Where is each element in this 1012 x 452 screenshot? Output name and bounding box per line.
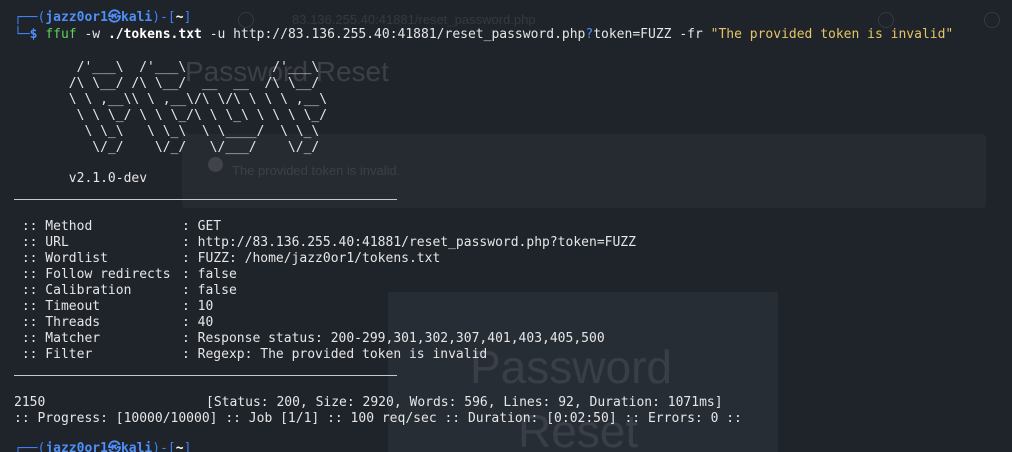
ghost-alert-text: The provided token is invalid.: [232, 163, 401, 178]
config-row: :: URL : http://83.136.255.40:41881/reset…: [14, 235, 636, 251]
config-key: :: Matcher: [14, 331, 101, 346]
cmd-flag-w: -w: [84, 27, 101, 42]
banner-version: v2.1.0-dev: [14, 171, 148, 186]
cmd-flag-fr: -fr: [679, 27, 703, 42]
config-key: :: Method: [14, 219, 93, 234]
banner-line: \ \ \_/ \ \ \_/\ \ \_\ \ \ \ \_/: [14, 108, 328, 123]
terminal-window[interactable]: 83.136.255.40:41881/reset_password.php P…: [0, 0, 1012, 452]
banner-line: \ \ ,__\\ \ ,__\/\ \/\ \ \ \ ,__\: [14, 92, 328, 107]
cmd-url-base: http://83.136.255.40:41881/reset_passwor…: [233, 27, 586, 42]
ghost-card-title-1: Password: [470, 341, 672, 393]
result-row: 2150 [Status: 200, Size: 2920, Words: 596…: [14, 395, 723, 411]
result-word: 2150: [14, 395, 46, 410]
config-value: : 40: [182, 315, 214, 330]
config-row: :: Threads : 40: [14, 315, 214, 331]
prompt-symbol: $: [29, 27, 38, 42]
config-key: :: Follow redirects: [14, 267, 171, 282]
config-key: :: Threads: [14, 315, 101, 330]
command-line[interactable]: └─$ ffuf -w ./tokens.txt -u http://83.13…: [14, 27, 953, 43]
prompt-at-icon: ㉿: [107, 10, 121, 25]
banner-line: \ \_\ \ \_\ \ \____/ \ \_\: [14, 124, 320, 139]
banner-line: \/_/ \/_/ \/___/ \/_/: [14, 140, 320, 155]
separator: [14, 375, 397, 376]
config-row: :: Timeout : 10: [14, 299, 214, 315]
config-key: :: Filter: [14, 347, 93, 362]
cmd-url-param: token=FUZZ: [593, 27, 672, 42]
config-value: : false: [182, 267, 237, 282]
cmd-flag-u: -u: [209, 27, 226, 42]
config-row: :: Calibration : false: [14, 283, 237, 299]
ghost-menu-icon: [984, 12, 1000, 28]
config-value: : Regexp: The provided token is invalid: [182, 347, 488, 362]
config-row: :: Follow redirects : false: [14, 267, 237, 283]
config-key: :: Timeout: [14, 299, 101, 314]
config-value: : http://83.136.255.40:41881/reset_passw…: [182, 235, 636, 250]
separator: [14, 199, 397, 200]
prompt-header: ┌──(jazz0or1㉿kali)-[~]: [14, 10, 192, 25]
config-row: :: Method : GET: [14, 219, 221, 235]
config-row: :: Wordlist : FUZZ: /home/jazz0or1/tokens…: [14, 251, 440, 267]
result-details: [Status: 200, Size: 2920, Words: 596, Li…: [206, 395, 723, 410]
banner-line: /'___\ /'___\ /'___\: [14, 60, 320, 75]
prompt-user: jazz0or1: [45, 10, 108, 25]
ghost-info-icon: [208, 157, 223, 172]
ghost-star-icon: [878, 12, 894, 28]
config-value: : GET: [182, 219, 222, 234]
prompt-host: kali: [120, 10, 153, 25]
prompt-at-icon: ㉿: [107, 441, 121, 452]
config-key: :: Wordlist: [14, 251, 108, 266]
config-value: : false: [182, 283, 237, 298]
cmd-program: ffuf: [45, 27, 77, 42]
prompt-cwd: ~: [175, 10, 184, 25]
banner-line: /\ \__/ /\ \__/ __ __ /\ \__/: [14, 76, 320, 91]
cmd-regex: "The provided token is invalid": [710, 27, 954, 42]
next-prompt: ┌──(jazz0or1㉿kali)-[~]: [14, 441, 191, 452]
config-key: :: Calibration: [14, 283, 132, 298]
ghost-nav-icon: [238, 12, 254, 28]
progress-line: :: Progress: [10000/10000] :: Job [1/1] …: [14, 411, 742, 426]
cmd-wordlist: ./tokens.txt: [107, 27, 202, 42]
config-value: : Response status: 200-299,301,302,307,4…: [182, 331, 605, 346]
config-row: :: Filter : Regexp: The provided token is…: [14, 347, 487, 363]
config-value: : FUZZ: /home/jazz0or1/tokens.txt: [182, 251, 441, 266]
config-row: :: Matcher : Response status: 200-299,301…: [14, 331, 605, 347]
ghost-url-bar: 83.136.255.40:41881/reset_password.php: [292, 12, 536, 27]
config-value: : 10: [182, 299, 214, 314]
config-key: :: URL: [14, 235, 69, 250]
